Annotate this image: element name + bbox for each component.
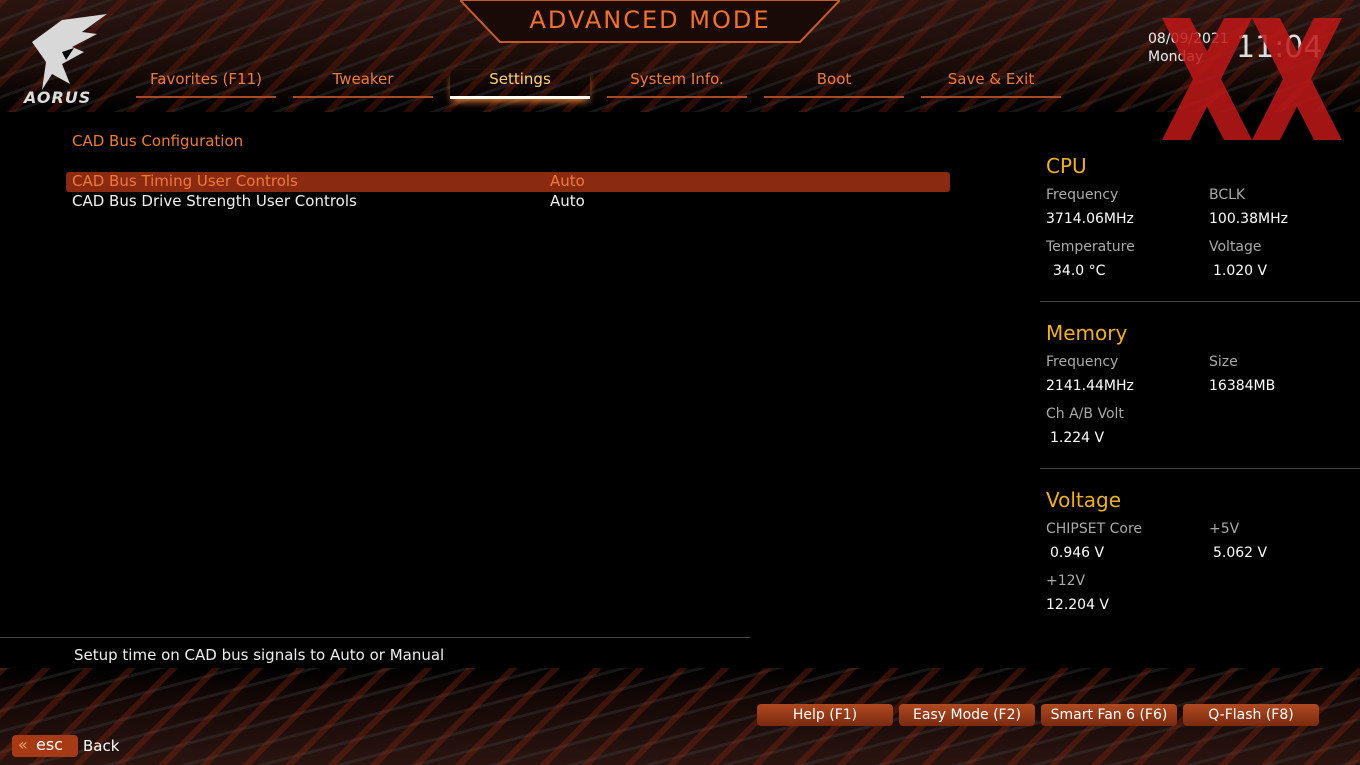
- smart-fan-button[interactable]: Smart Fan 6 (F6): [1041, 704, 1177, 726]
- memory-frequency-value: 2141.44MHz: [1046, 378, 1134, 394]
- tab-favorites[interactable]: Favorites (F11): [136, 70, 276, 98]
- cpu-temperature-value: 34.0 °C: [1053, 263, 1106, 279]
- setting-label: CAD Bus Drive Strength User Controls: [72, 192, 357, 210]
- q-flash-button[interactable]: Q-Flash (F8): [1183, 704, 1319, 726]
- memory-size-label: Size: [1209, 354, 1238, 370]
- double-chevron-left-icon: «: [18, 735, 28, 754]
- back-label: Back: [83, 737, 120, 755]
- voltage-heading: Voltage: [1046, 488, 1122, 512]
- help-description: Setup time on CAD bus signals to Auto or…: [74, 646, 445, 664]
- tab-tweaker[interactable]: Tweaker: [293, 70, 433, 98]
- help-button[interactable]: Help (F1): [757, 704, 893, 726]
- sidebar-divider: [1040, 301, 1360, 302]
- setting-value[interactable]: Auto: [550, 172, 585, 190]
- easy-mode-button[interactable]: Easy Mode (F2): [899, 704, 1035, 726]
- cpu-voltage-value: 1.020 V: [1213, 263, 1268, 279]
- memory-ch-volt-label: Ch A/B Volt: [1046, 406, 1124, 422]
- plus5v-label: +5V: [1209, 521, 1240, 537]
- tab-boot[interactable]: Boot: [764, 70, 904, 98]
- sidebar-divider: [1040, 468, 1360, 469]
- plus12v-label: +12V: [1046, 573, 1086, 589]
- cpu-frequency-value: 3714.06MHz: [1046, 211, 1134, 227]
- tab-settings[interactable]: Settings: [450, 70, 590, 99]
- memory-frequency-label: Frequency: [1046, 354, 1119, 370]
- help-divider: [0, 637, 750, 638]
- cpu-bclk-label: BCLK: [1209, 187, 1246, 203]
- tab-save-exit[interactable]: Save & Exit: [921, 70, 1061, 98]
- esc-back-button[interactable]: « esc: [12, 735, 78, 757]
- cpu-voltage-label: Voltage: [1209, 239, 1262, 255]
- cpu-heading: CPU: [1046, 154, 1087, 178]
- chipset-core-value: 0.946 V: [1050, 545, 1105, 561]
- setting-label: CAD Bus Timing User Controls: [72, 172, 298, 190]
- esc-key-label: esc: [36, 735, 63, 754]
- memory-size-value: 16384MB: [1209, 378, 1276, 394]
- setting-value[interactable]: Auto: [550, 192, 585, 210]
- tab-system-info[interactable]: System Info.: [607, 70, 747, 98]
- section-title: CAD Bus Configuration: [72, 132, 244, 150]
- setting-row-cad-bus-timing[interactable]: CAD Bus Timing User Controls Auto: [66, 172, 950, 192]
- setting-row-cad-bus-drive-strength[interactable]: CAD Bus Drive Strength User Controls Aut…: [66, 192, 950, 212]
- cpu-frequency-label: Frequency: [1046, 187, 1119, 203]
- brand-logo-text: AORUS: [24, 88, 92, 107]
- page-title: ADVANCED MODE: [529, 6, 771, 34]
- plus12v-value: 12.204 V: [1046, 597, 1110, 613]
- cpu-bclk-value: 100.38MHz: [1209, 211, 1288, 227]
- xx-watermark-icon: [1162, 18, 1342, 140]
- memory-ch-volt-value: 1.224 V: [1050, 430, 1105, 446]
- chipset-core-label: CHIPSET Core: [1046, 521, 1143, 537]
- memory-heading: Memory: [1046, 321, 1128, 345]
- plus5v-value: 5.062 V: [1213, 545, 1268, 561]
- cpu-temperature-label: Temperature: [1046, 239, 1135, 255]
